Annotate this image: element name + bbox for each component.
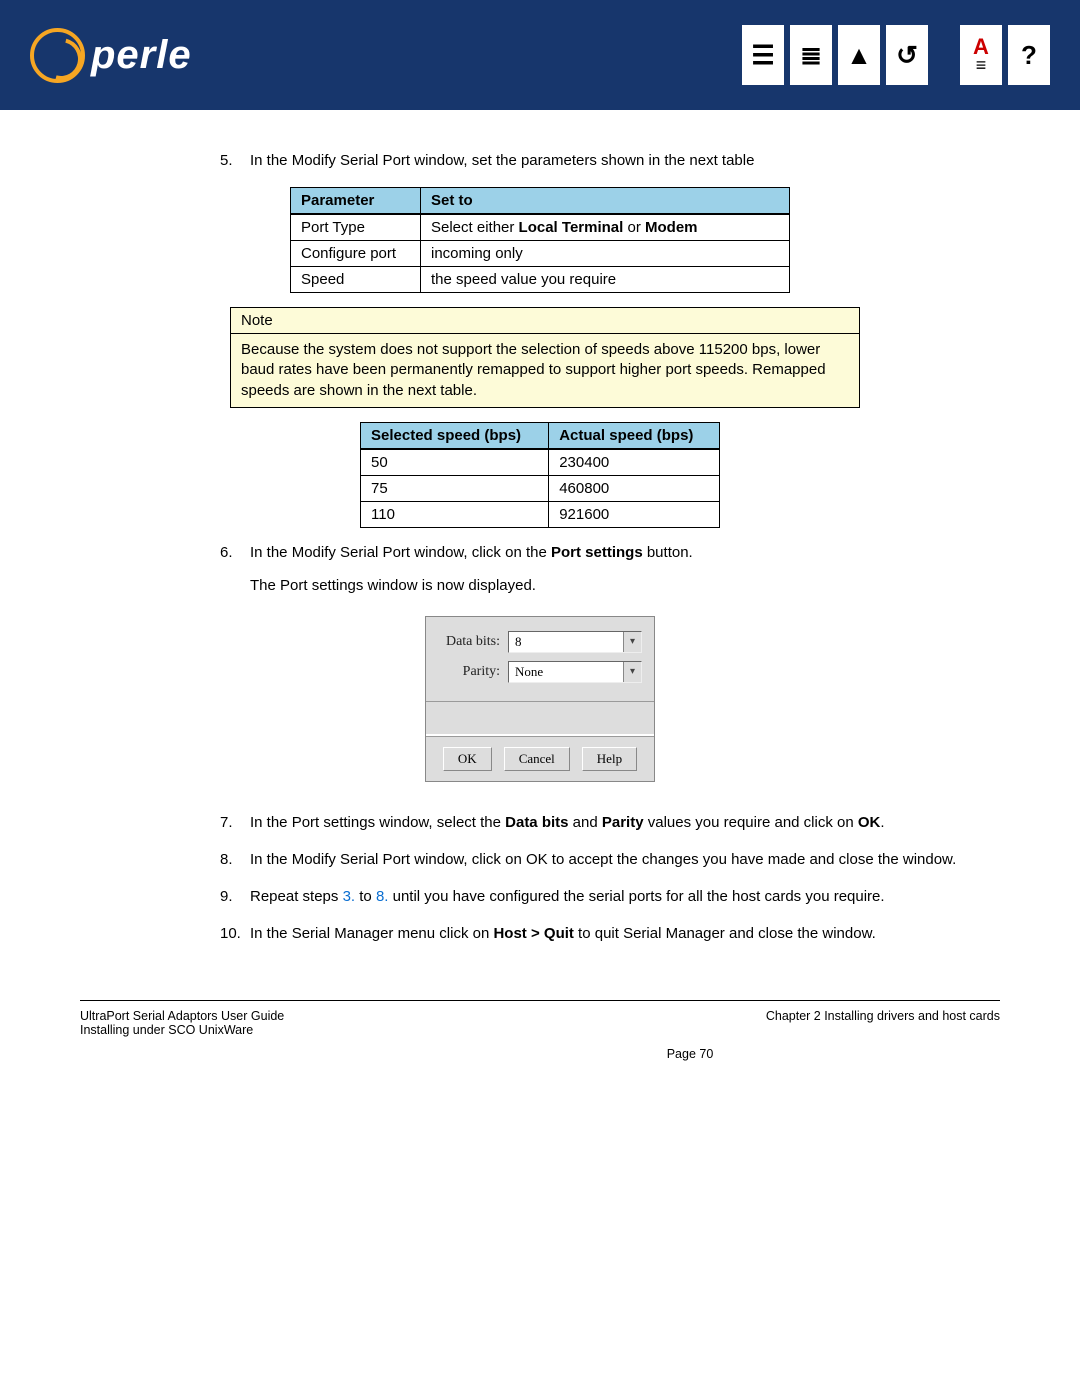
table-row: Configure port incoming only xyxy=(291,241,790,267)
list-icon[interactable]: ≣ xyxy=(790,25,832,85)
page-footer: UltraPort Serial Adaptors User Guide Ins… xyxy=(80,1000,1000,1091)
step-7: 7. In the Port settings window, select t… xyxy=(80,812,1000,833)
note-body: Because the system does not support the … xyxy=(231,334,859,407)
page-number: Page 70 xyxy=(80,1047,1000,1061)
cancel-button[interactable]: Cancel xyxy=(504,747,570,771)
step-8: 8. In the Modify Serial Port window, cli… xyxy=(80,849,1000,870)
table-row: 50230400 xyxy=(361,449,720,476)
footer-chapter: Chapter 2 Installing drivers and host ca… xyxy=(766,1009,1000,1037)
step-5: 5. In the Modify Serial Port window, set… xyxy=(80,150,1000,171)
databits-row: Data bits: 8 ▾ xyxy=(438,631,642,653)
chevron-down-icon[interactable]: ▾ xyxy=(623,662,641,682)
footer-section: Installing under SCO UnixWare xyxy=(80,1023,284,1037)
speed-th2: Actual speed (bps) xyxy=(549,422,720,449)
toc-icon[interactable]: ☰ xyxy=(742,25,784,85)
table-row: Port Type Select either Local Terminal o… xyxy=(291,214,790,241)
speed-th1: Selected speed (bps) xyxy=(361,422,549,449)
font-icon[interactable]: A≡ xyxy=(960,25,1002,85)
page-header: perle ☰ ≣ ▲ ↺ A≡ ? xyxy=(0,0,1080,110)
up-icon[interactable]: ▲ xyxy=(838,25,880,85)
link-step3[interactable]: 3. xyxy=(343,888,356,905)
step-6: 6. In the Modify Serial Port window, cli… xyxy=(80,542,1000,596)
logo-icon xyxy=(30,28,85,83)
note-title: Note xyxy=(231,308,859,334)
note-box: Note Because the system does not support… xyxy=(230,307,860,408)
help-icon[interactable]: ? xyxy=(1008,25,1050,85)
param-th1: Parameter xyxy=(291,188,421,215)
step-9: 9. Repeat steps 3. to 8. until you have … xyxy=(80,886,1000,907)
logo: perle xyxy=(30,28,192,83)
back-icon[interactable]: ↺ xyxy=(886,25,928,85)
link-step8[interactable]: 8. xyxy=(376,888,389,905)
logo-text: perle xyxy=(91,33,192,78)
table-row: Speed the speed value you require xyxy=(291,267,790,293)
speed-table: Selected speed (bps) Actual speed (bps) … xyxy=(360,422,720,528)
table-row: 110921600 xyxy=(361,501,720,527)
param-th2: Set to xyxy=(421,188,790,215)
header-toolbar: ☰ ≣ ▲ ↺ A≡ ? xyxy=(742,25,1050,85)
help-button[interactable]: Help xyxy=(582,747,637,771)
parity-select[interactable]: None ▾ xyxy=(508,661,642,683)
port-settings-dialog: Data bits: 8 ▾ Parity: None ▾ OK Cancel … xyxy=(425,616,655,782)
parameter-table: Parameter Set to Port Type Select either… xyxy=(290,187,790,293)
parity-row: Parity: None ▾ xyxy=(438,661,642,683)
table-row: 75460800 xyxy=(361,475,720,501)
step-10: 10. In the Serial Manager menu click on … xyxy=(80,923,1000,944)
databits-select[interactable]: 8 ▾ xyxy=(508,631,642,653)
databits-label: Data bits: xyxy=(438,634,508,650)
footer-doc-title: UltraPort Serial Adaptors User Guide xyxy=(80,1009,284,1023)
ok-button[interactable]: OK xyxy=(443,747,492,771)
parity-label: Parity: xyxy=(438,664,508,680)
page-content: 5. In the Modify Serial Port window, set… xyxy=(0,110,1080,970)
chevron-down-icon[interactable]: ▾ xyxy=(623,632,641,652)
